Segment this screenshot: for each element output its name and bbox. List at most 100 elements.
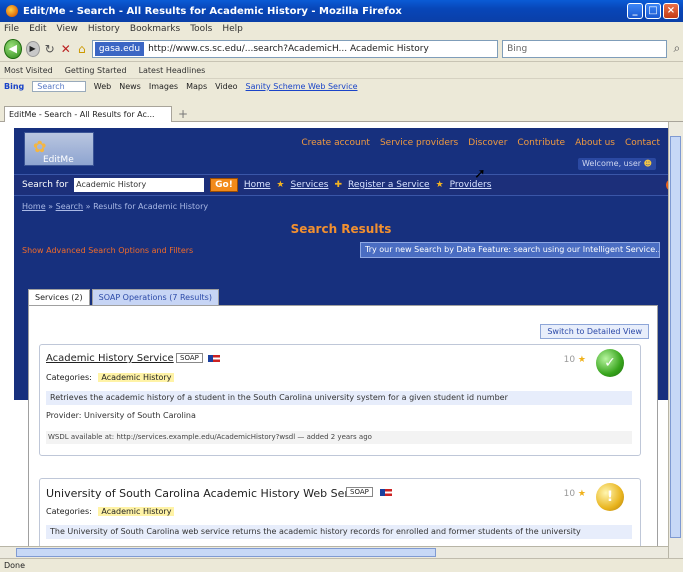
firefox-icon	[6, 5, 18, 17]
nav-register-service[interactable]: Register a Service	[348, 180, 430, 190]
addon-item-video[interactable]: Video	[215, 82, 237, 91]
maximize-button[interactable]: □	[645, 3, 661, 19]
result-provider: Provider: University of South Carolina	[46, 411, 196, 420]
browser-tab[interactable]: EditMe - Search - All Results for Ac...	[4, 106, 172, 122]
result-footer: WSDL available at: http://services.examp…	[46, 431, 632, 444]
site-search-row: Search for Academic History Go! Home ★ S…	[14, 174, 678, 196]
minimize-button[interactable]: _	[627, 3, 643, 19]
horizontal-scroll-thumb[interactable]	[16, 548, 436, 557]
menu-history[interactable]: History	[88, 24, 120, 34]
addon-brand: Bing	[4, 82, 25, 91]
rating: 10 ★	[564, 355, 586, 365]
soap-tag: SOAP	[176, 353, 203, 363]
categories: Categories: Academic History	[46, 373, 175, 382]
result-card: University of South Carolina Academic Hi…	[39, 478, 641, 552]
nav-services[interactable]: Services	[291, 180, 329, 190]
site-search-label: Search for	[22, 180, 69, 190]
forward-icon[interactable]: ▶	[25, 40, 40, 57]
bookmark-getting-started[interactable]: Getting Started	[65, 66, 127, 75]
site-identity[interactable]: gasa.edu	[94, 41, 145, 56]
detailed-view-button[interactable]: Switch to Detailed View	[540, 324, 649, 339]
soap-tag: SOAP	[346, 487, 373, 497]
menu-bookmarks[interactable]: Bookmarks	[130, 24, 180, 34]
rating-count: 10	[563, 489, 576, 499]
horizontal-scrollbar[interactable]	[0, 546, 668, 558]
menu-tools[interactable]: Tools	[190, 24, 212, 34]
warning-badge-icon: !	[596, 483, 624, 511]
top-links: Create account Service providers Discove…	[301, 138, 660, 148]
addon-link[interactable]: Sanity Scheme Web Service	[246, 82, 358, 91]
link-create-account[interactable]: Create account	[301, 138, 370, 148]
addon-item-web[interactable]: Web	[94, 82, 111, 91]
vertical-scrollbar[interactable]	[668, 122, 683, 558]
search-icon[interactable]: ⌕	[671, 41, 683, 56]
flag-icon	[208, 355, 220, 362]
addon-item-news[interactable]: News	[119, 82, 141, 91]
menu-bar: File Edit View History Bookmarks Tools H…	[0, 22, 683, 36]
breadcrumb-search[interactable]: Search	[56, 202, 83, 211]
window-title-bar: Edit/Me - Search - All Results for Acade…	[0, 0, 683, 22]
link-about-us[interactable]: About us	[575, 138, 615, 148]
category-tag[interactable]: Academic History	[98, 507, 175, 516]
verified-badge-icon: ✓	[596, 349, 624, 377]
rating: 10 ★	[564, 489, 586, 499]
mouse-cursor-icon: ➚	[474, 166, 486, 182]
link-service-providers[interactable]: Service providers	[380, 138, 458, 148]
nav-home[interactable]: Home	[244, 180, 271, 190]
site-search-input[interactable]: Academic History	[74, 178, 205, 192]
window-title: Edit/Me - Search - All Results for Acade…	[23, 5, 402, 17]
results-panel: Switch to Detailed View Academic History…	[28, 305, 658, 552]
result-card: Academic History Service SOAP 10 ★ ✓ Cat…	[39, 344, 641, 456]
bookmark-latest-headlines[interactable]: Latest Headlines	[139, 66, 206, 75]
close-button[interactable]: ×	[663, 3, 679, 19]
tab-soap-operations[interactable]: SOAP Operations (7 Results)	[91, 289, 219, 305]
addon-item-images[interactable]: Images	[149, 82, 178, 91]
bookmarks-toolbar: Most Visited Getting Started Latest Head…	[0, 62, 683, 78]
breadcrumb-home[interactable]: Home	[22, 202, 46, 211]
back-icon[interactable]: ◀	[4, 38, 22, 59]
bookmark-most-visited[interactable]: Most Visited	[4, 66, 53, 75]
logo-text: EditMe	[43, 155, 74, 165]
link-contact[interactable]: Contact	[625, 138, 660, 148]
go-button[interactable]: Go!	[210, 178, 238, 192]
link-contribute[interactable]: Contribute	[517, 138, 565, 148]
vertical-scroll-thumb[interactable]	[670, 136, 681, 538]
user-label: Welcome, user	[581, 159, 642, 168]
tab-strip: EditMe - Search - All Results for Ac... …	[0, 94, 683, 122]
menu-file[interactable]: File	[4, 24, 19, 34]
breadcrumb: Home » Search » Results for Academic His…	[22, 202, 209, 211]
search-hint-banner: Try our new Search by Data Feature: sear…	[360, 242, 660, 258]
new-tab-icon[interactable]: +	[178, 107, 188, 121]
menu-edit[interactable]: Edit	[29, 24, 46, 34]
tab-label: EditMe - Search - All Results for Ac...	[9, 110, 155, 119]
page-title: Search Results	[290, 222, 392, 236]
star-icon: ★	[435, 180, 444, 190]
advanced-search-link[interactable]: Show Advanced Search Options and Filters	[22, 246, 193, 255]
user-pill[interactable]: Welcome, user ☻	[577, 158, 656, 170]
plus-icon: ✚	[334, 180, 342, 190]
home-icon[interactable]: ⌂	[76, 42, 88, 56]
reload-icon[interactable]: ↻	[44, 42, 56, 56]
categories-label: Categories:	[46, 373, 92, 382]
stop-icon[interactable]: ✕	[60, 42, 72, 56]
result-title[interactable]: Academic History Service	[46, 353, 174, 364]
breadcrumb-tail: » Results for Academic History	[85, 202, 209, 211]
link-discover[interactable]: Discover	[468, 138, 507, 148]
result-description: Retrieves the academic history of a stud…	[46, 391, 632, 405]
result-title[interactable]: University of South Carolina Academic Hi…	[46, 487, 371, 500]
addon-search-input[interactable]: Search	[32, 81, 86, 92]
category-tag[interactable]: Academic History	[98, 373, 175, 382]
menu-help[interactable]: Help	[222, 24, 243, 34]
url-bar[interactable]: gasa.edu http://www.cs.sc.edu/...search?…	[91, 39, 499, 58]
url-text: http://www.cs.sc.edu/...search?AcademicH…	[148, 43, 429, 54]
status-bar: Done	[0, 558, 683, 572]
addon-item-maps[interactable]: Maps	[186, 82, 207, 91]
menu-view[interactable]: View	[57, 24, 78, 34]
star-rating-icon[interactable]: ★	[578, 489, 586, 499]
tab-services[interactable]: Services (2)	[28, 289, 90, 305]
search-placeholder: Bing	[507, 43, 528, 54]
search-input[interactable]: Bing	[502, 39, 667, 58]
star-rating-icon[interactable]: ★	[578, 355, 586, 365]
flower-icon: ✿	[33, 137, 47, 156]
site-logo[interactable]: ✿ EditMe	[24, 132, 94, 166]
